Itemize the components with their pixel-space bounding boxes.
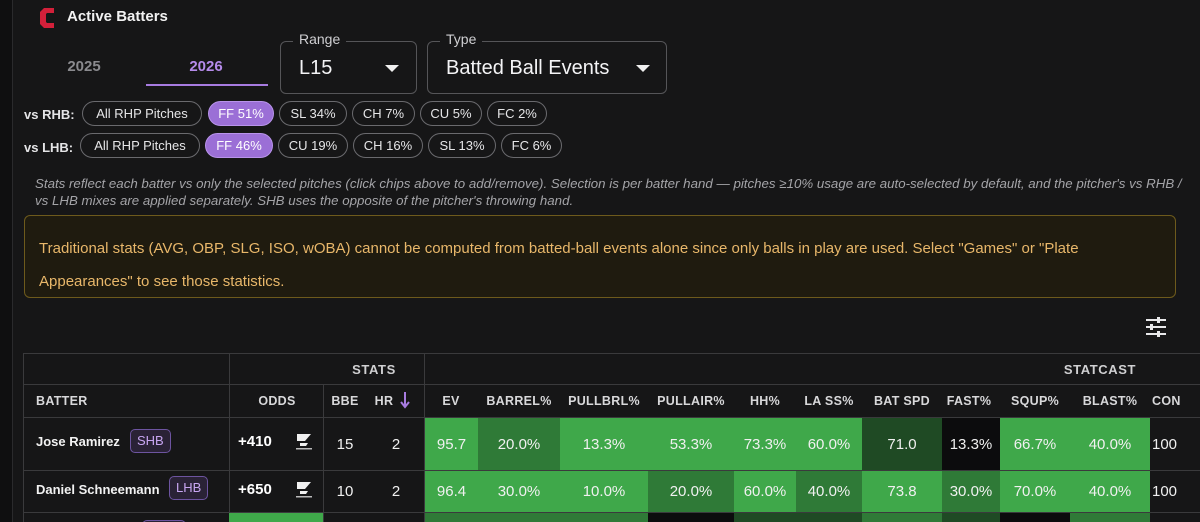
odds-value: +410	[238, 433, 272, 450]
cell-partial	[478, 513, 560, 522]
chip-rhb-fc[interactable]: FC 2%	[487, 101, 547, 126]
cell-barrel: 20.0%	[478, 418, 560, 470]
cell-con: 100	[1152, 435, 1178, 453]
chip-rhb-sl[interactable]: SL 34%	[279, 101, 347, 126]
col-ev[interactable]: EV	[424, 384, 478, 417]
batter-name[interactable]: Jose Ramirez	[36, 434, 120, 449]
warning-text: Traditional stats (AVG, OBP, SLG, ISO, w…	[39, 240, 1079, 290]
chip-lhb-all[interactable]: All RHP Pitches	[80, 133, 200, 158]
col-bbe[interactable]: BBE	[324, 384, 366, 417]
col-blast[interactable]: BLAST%	[1070, 384, 1150, 417]
col-pullair[interactable]: PULLAIR%	[648, 384, 734, 417]
cell-ev: 95.7	[425, 418, 478, 470]
divider	[24, 384, 1200, 385]
range-label: Range	[293, 31, 347, 47]
chip-rhb-cu[interactable]: CU 5%	[420, 101, 482, 126]
arrow-down-icon[interactable]	[400, 391, 410, 409]
range-value: L15	[299, 57, 333, 79]
cell-squp: 66.7%	[1000, 418, 1070, 470]
hand-badge: LHB	[169, 476, 209, 500]
col-hh[interactable]: HH%	[734, 384, 796, 417]
sportsbook-logo-icon[interactable]	[294, 431, 314, 451]
cell-pullair: 53.3%	[648, 418, 734, 470]
odds-value: +650	[238, 481, 272, 498]
tab-2026[interactable]: 2026	[146, 58, 266, 75]
batters-table: STATS STATCAST BATTER ODDS BBE HR EV BAR…	[23, 353, 1200, 522]
type-value: Batted Ball Events	[446, 57, 610, 79]
odds-cell-partial	[229, 513, 323, 522]
cell-partial	[734, 513, 796, 522]
cell-batspd: 73.8	[862, 471, 942, 512]
cell-partial	[648, 513, 734, 522]
sportsbook-logo-icon[interactable]	[294, 479, 314, 499]
cell-hr: 2	[391, 483, 401, 500]
type-select[interactable]: Type Batted Ball Events	[427, 31, 667, 94]
warning-banner: Traditional stats (AVG, OBP, SLG, ISO, w…	[24, 215, 1176, 298]
col-batspd[interactable]: BAT SPD	[862, 384, 942, 417]
batter-name[interactable]: Daniel Schneemann	[36, 482, 160, 497]
selection-note: Stats reflect each batter vs only the se…	[35, 176, 1182, 208]
hand-badge: SHB	[130, 429, 171, 453]
col-con[interactable]: CON	[1150, 384, 1200, 417]
cell-partial	[425, 513, 478, 522]
cell-batspd: 71.0	[862, 418, 942, 470]
team-logo-icon	[40, 8, 54, 28]
col-odds[interactable]: ODDS	[230, 384, 324, 417]
page-title: Active Batters	[67, 8, 168, 25]
cell-barrel: 30.0%	[478, 471, 560, 512]
active-tab-indicator	[146, 84, 268, 86]
col-pullbrl[interactable]: PULLBRL%	[560, 384, 648, 417]
cell-pullair: 20.0%	[648, 471, 734, 512]
cell-partial	[942, 513, 1000, 522]
col-fast[interactable]: FAST%	[938, 384, 1000, 417]
chip-rhb-ff[interactable]: FF 51%	[208, 101, 274, 126]
cell-pullbrl: 10.0%	[560, 471, 648, 512]
vs-rhb-label: vs RHB:	[24, 107, 75, 122]
group-header-statcast: STATCAST	[1063, 361, 1137, 377]
group-header-stats: STATS	[352, 361, 396, 377]
tab-2025[interactable]: 2025	[24, 58, 144, 75]
cell-hh: 60.0%	[734, 471, 796, 512]
col-squp[interactable]: SQUP%	[1000, 384, 1070, 417]
cell-hh: 73.3%	[734, 418, 796, 470]
cell-squp: 70.0%	[1000, 471, 1070, 512]
col-batter[interactable]: BATTER	[36, 384, 236, 417]
cell-fast: 30.0%	[942, 471, 1000, 512]
cell-partial	[862, 513, 942, 522]
chevron-down-icon	[636, 65, 650, 72]
cell-lass: 40.0%	[796, 471, 862, 512]
chip-lhb-sl[interactable]: SL 13%	[428, 133, 496, 158]
column-settings-icon[interactable]	[1145, 316, 1167, 338]
col-lass[interactable]: LA SS%	[796, 384, 862, 417]
cell-pullbrl: 13.3%	[560, 418, 648, 470]
cell-con: 100	[1152, 483, 1178, 500]
col-hr[interactable]: HR	[369, 384, 399, 417]
cell-blast: 40.0%	[1070, 471, 1150, 512]
chip-lhb-ff[interactable]: FF 46%	[205, 133, 273, 158]
cell-blast: 40.0%	[1070, 418, 1150, 470]
cell-hr: 2	[391, 435, 401, 453]
cell-ev: 96.4	[425, 471, 478, 512]
cell-partial	[1000, 513, 1070, 522]
chip-lhb-fc[interactable]: FC 6%	[501, 133, 562, 158]
chip-rhb-all[interactable]: All RHP Pitches	[82, 101, 202, 126]
cell-fast: 13.3%	[942, 418, 1000, 470]
cell-partial	[796, 513, 862, 522]
vs-lhb-label: vs LHB:	[24, 140, 74, 155]
chip-lhb-ch[interactable]: CH 16%	[353, 133, 423, 158]
chevron-down-icon	[385, 65, 399, 72]
cell-partial	[1070, 513, 1150, 522]
chip-rhb-ch[interactable]: CH 7%	[352, 101, 415, 126]
type-label: Type	[440, 31, 483, 47]
cell-bbe: 15	[336, 435, 354, 453]
cell-bbe: 10	[336, 483, 354, 500]
col-barrel[interactable]: BARREL%	[478, 384, 560, 417]
range-select[interactable]: Range L15	[280, 31, 417, 94]
cell-partial	[560, 513, 648, 522]
divider	[229, 354, 230, 522]
cell-lass: 60.0%	[796, 418, 862, 470]
chip-lhb-cu[interactable]: CU 19%	[278, 133, 348, 158]
